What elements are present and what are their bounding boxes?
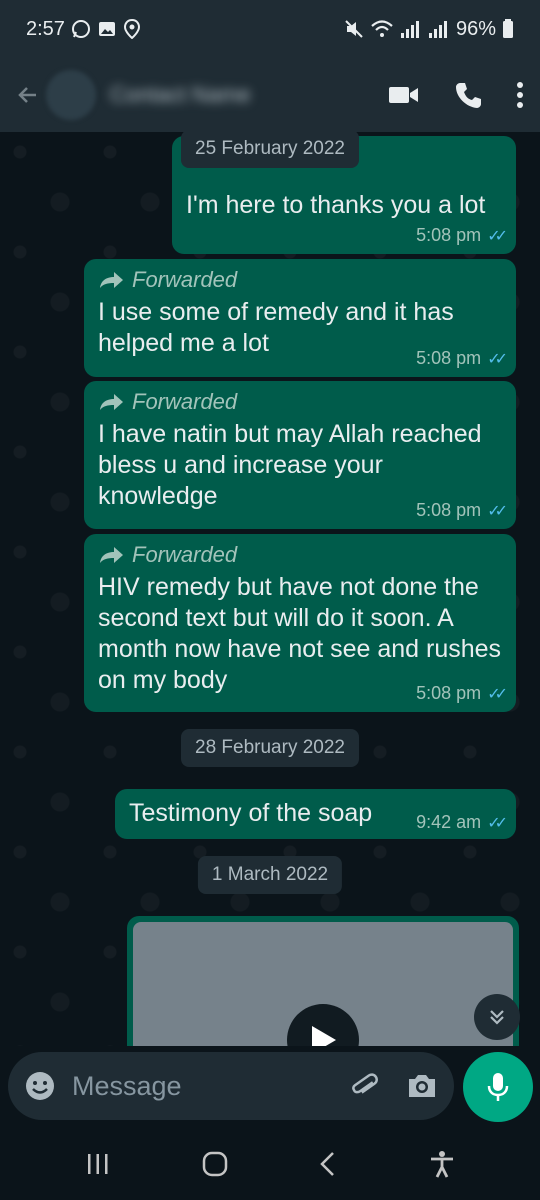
forwarded-text: Forwarded	[132, 267, 238, 292]
message-text: I'm here to thanks you a lot	[186, 191, 486, 219]
date-chip: 25 February 2022	[181, 132, 359, 168]
location-icon	[123, 19, 140, 39]
message-time: 5:08 pm	[416, 225, 482, 245]
mic-icon	[487, 1073, 509, 1101]
message-bubble[interactable]: Forwarded I have natin but may Allah rea…	[84, 381, 516, 529]
status-left: 2:57	[26, 18, 141, 41]
battery-percent: 96%	[455, 17, 496, 40]
message-time: 5:08 pm	[416, 500, 482, 520]
emoji-icon[interactable]	[24, 1070, 56, 1102]
date-chip: 28 February 2022	[181, 729, 359, 767]
forward-arrow-icon	[100, 547, 123, 563]
system-navigation-bar	[0, 1128, 540, 1200]
recent-apps-icon[interactable]	[85, 1152, 111, 1176]
chat-header: Contact Name	[0, 58, 540, 132]
header-actions	[388, 81, 524, 109]
composer-icons	[350, 1071, 438, 1101]
forwarded-text: Forwarded	[132, 542, 238, 567]
signal-icon	[428, 21, 447, 38]
message-meta: 5:08 pm ✓✓	[416, 683, 508, 704]
mic-button[interactable]	[463, 1052, 533, 1122]
back-arrow-icon[interactable]	[16, 84, 38, 106]
scroll-to-bottom-button[interactable]	[474, 994, 520, 1040]
wifi-icon	[371, 20, 393, 37]
status-bar: 2:57 96%	[0, 0, 540, 58]
chat-area[interactable]: I'm here to thanks you a lot 5:08 pm ✓✓ …	[0, 132, 540, 1046]
contact-name[interactable]: Contact Name	[110, 82, 251, 108]
message-meta: 9:42 am ✓✓	[416, 812, 508, 833]
attach-icon[interactable]	[350, 1071, 380, 1101]
read-ticks-icon: ✓✓	[487, 685, 508, 703]
read-ticks-icon: ✓✓	[487, 227, 508, 245]
message-bubble[interactable]: Testimony of the soap 9:42 am ✓✓	[115, 789, 516, 839]
forwarded-text: Forwarded	[132, 389, 238, 414]
message-input[interactable]: Message	[72, 1071, 350, 1102]
message-input-container[interactable]: Message	[8, 1052, 454, 1120]
forward-arrow-icon	[100, 272, 123, 288]
read-ticks-icon: ✓✓	[487, 502, 508, 520]
mute-icon	[345, 20, 363, 38]
play-button[interactable]	[287, 1004, 359, 1046]
image-icon	[98, 22, 115, 36]
message-time: 5:08 pm	[416, 683, 482, 703]
clock: 2:57	[26, 17, 65, 40]
message-text: HIV remedy but have not done the second …	[98, 573, 502, 694]
date-chip: 1 March 2022	[197, 856, 343, 894]
forwarded-label: Forwarded	[98, 542, 502, 568]
double-chevron-down-icon	[490, 1010, 504, 1025]
status-right: 96%	[344, 18, 514, 41]
message-time: 9:42 am	[416, 812, 482, 832]
read-ticks-icon: ✓✓	[487, 814, 508, 832]
forwarded-label: Forwarded	[98, 389, 502, 415]
message-meta: 5:08 pm ✓✓	[416, 225, 508, 246]
camera-icon[interactable]	[406, 1072, 438, 1100]
message-text: I have natin but may Allah reached bless…	[98, 420, 482, 510]
battery-icon	[503, 19, 513, 38]
message-bubble[interactable]: Forwarded I use some of remedy and it ha…	[84, 259, 516, 377]
signal-icon	[400, 21, 419, 38]
more-icon[interactable]	[516, 81, 524, 109]
forward-arrow-icon	[100, 394, 123, 410]
whatsapp-icon	[71, 20, 90, 38]
message-bubble[interactable]: Forwarded HIV remedy but have not done t…	[84, 534, 516, 712]
accessibility-icon[interactable]	[429, 1150, 455, 1178]
video-call-icon[interactable]	[388, 84, 420, 106]
video-thumbnail[interactable]	[133, 922, 513, 1046]
video-message[interactable]	[127, 916, 519, 1046]
voice-call-icon[interactable]	[454, 81, 482, 109]
message-meta: 5:08 pm ✓✓	[416, 348, 508, 369]
avatar[interactable]	[46, 70, 96, 120]
read-ticks-icon: ✓✓	[487, 350, 508, 368]
home-icon[interactable]	[202, 1151, 228, 1177]
message-meta: 5:08 pm ✓✓	[416, 500, 508, 521]
back-icon[interactable]	[318, 1151, 338, 1177]
play-icon	[312, 1026, 336, 1046]
message-composer: Message	[0, 1046, 540, 1128]
message-time: 5:08 pm	[416, 348, 482, 368]
forwarded-label: Forwarded	[98, 267, 502, 293]
